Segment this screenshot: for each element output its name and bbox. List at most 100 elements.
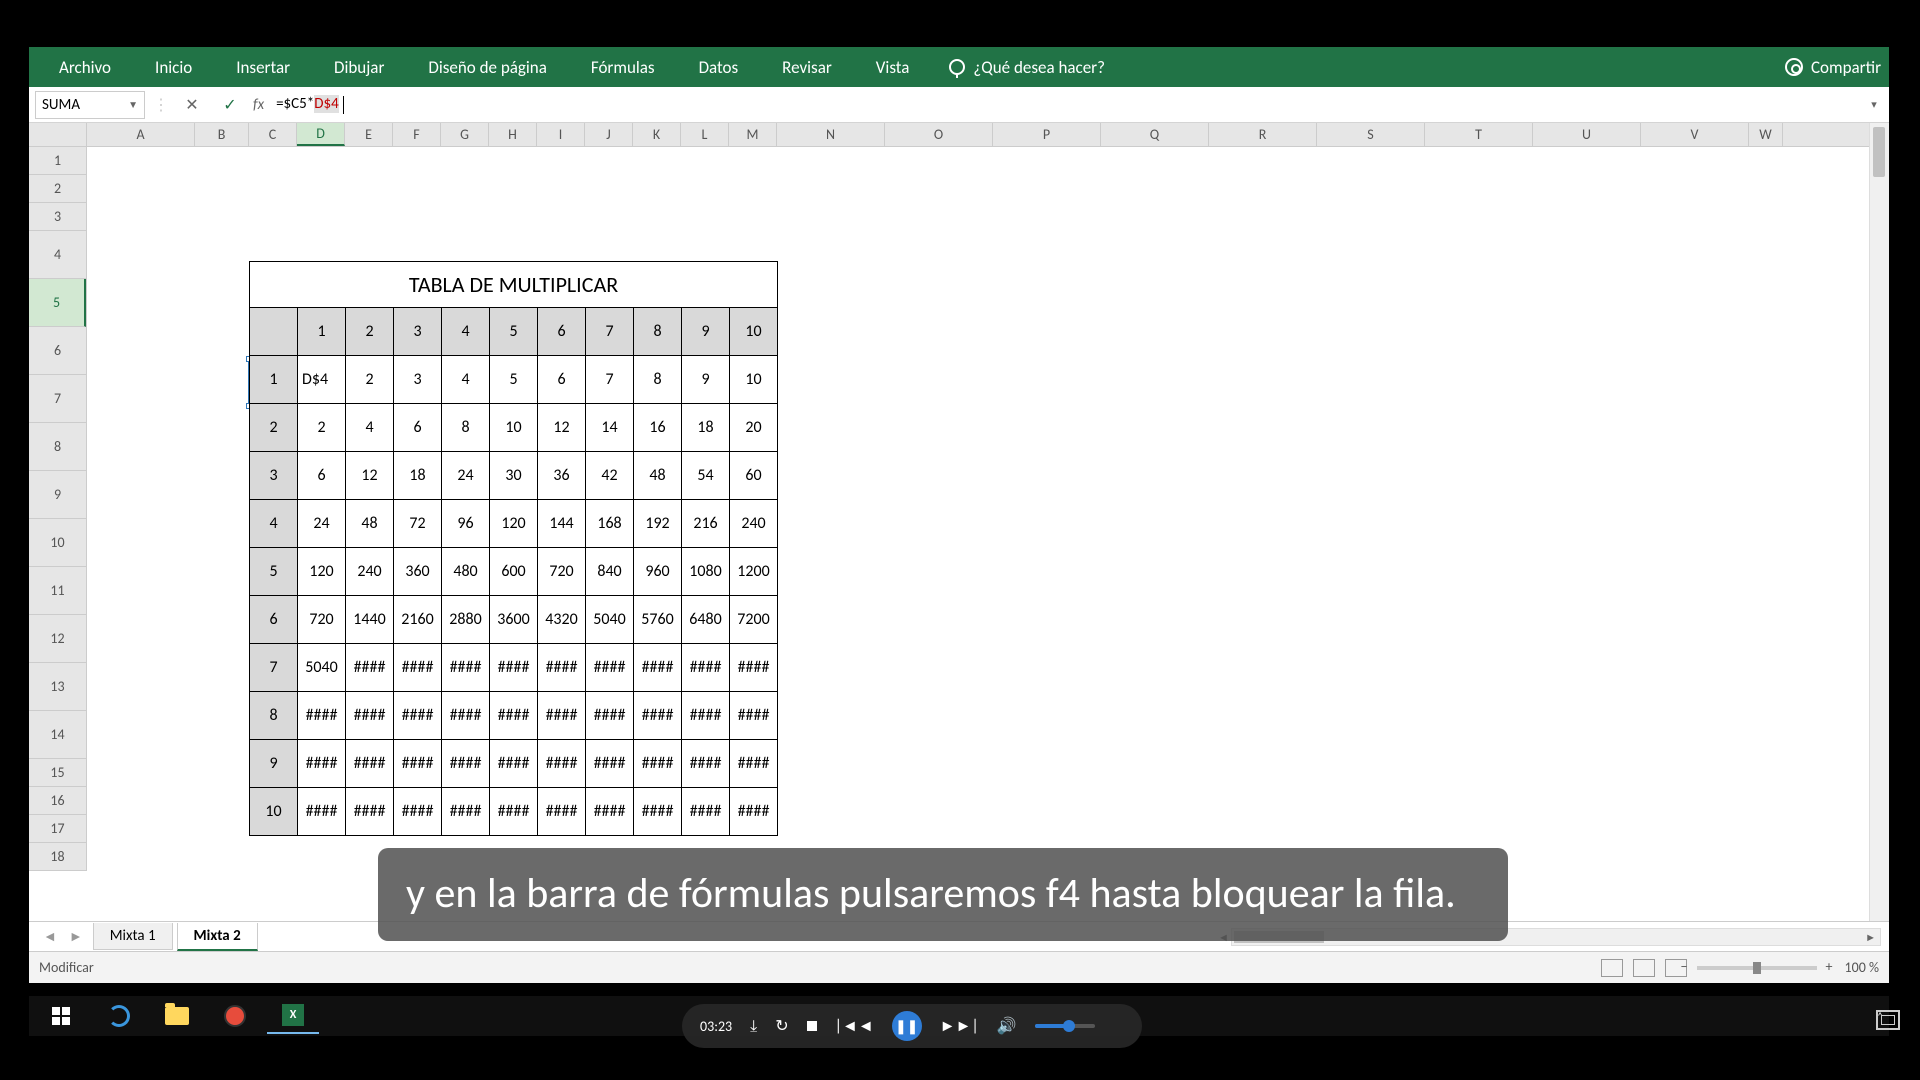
row-header[interactable]: 3 [29,203,86,231]
table-cell[interactable]: #### [442,644,490,692]
table-cell[interactable]: #### [346,692,394,740]
table-cell[interactable]: 120 [490,500,538,548]
table-cell[interactable]: 2 [298,404,346,452]
row-header[interactable]: 2 [29,175,86,203]
view-page-layout-button[interactable] [1633,959,1655,977]
table-cell[interactable]: #### [346,788,394,836]
tab-vista[interactable]: Vista [854,47,932,87]
table-cell[interactable]: 10 [490,404,538,452]
row-header[interactable]: 14 [29,711,86,759]
table-cell[interactable]: 7200 [730,596,778,644]
table-cell[interactable]: #### [730,692,778,740]
table-cell[interactable]: 120 [298,548,346,596]
table-cell[interactable]: 36 [538,452,586,500]
table-cell[interactable]: 2 [346,356,394,404]
table-cell[interactable]: 7 [586,356,634,404]
tab-inicio[interactable]: Inicio [133,47,214,87]
table-cell[interactable]: 360 [394,548,442,596]
table-cell[interactable]: #### [586,788,634,836]
table-cell[interactable]: 24 [442,452,490,500]
table-cell[interactable]: 42 [586,452,634,500]
table-cell[interactable]: 8 [634,356,682,404]
table-cell[interactable]: 20 [730,404,778,452]
table-cell[interactable]: 6 [298,452,346,500]
table-cell[interactable]: #### [682,644,730,692]
excel-button[interactable]: X [267,998,319,1034]
table-cell[interactable]: 6 [394,404,442,452]
table-cell[interactable]: #### [634,740,682,788]
column-header[interactable]: E [345,123,393,146]
table-cell[interactable]: 18 [394,452,442,500]
table-cell[interactable]: 54 [682,452,730,500]
column-header[interactable]: D [297,123,345,146]
player-pause-button[interactable]: ❚❚ [892,1011,922,1041]
row-header[interactable]: 8 [29,423,86,471]
player-next-button[interactable]: ►►| [940,1017,979,1036]
table-cell[interactable]: #### [442,788,490,836]
tab-datos[interactable]: Datos [677,47,761,87]
table-cell[interactable]: 960 [634,548,682,596]
table-cell[interactable]: 600 [490,548,538,596]
table-cell[interactable]: 144 [538,500,586,548]
tell-me-search[interactable]: ¿Qué desea hacer? [949,57,1105,78]
row-header[interactable]: 7 [29,375,86,423]
table-cell[interactable]: #### [442,740,490,788]
table-cell[interactable]: #### [634,644,682,692]
column-header[interactable]: H [489,123,537,146]
player-speed-button[interactable]: ⤓ [750,1017,757,1036]
cancel-formula-button[interactable]: ✕ [177,95,207,115]
tab-archivo[interactable]: Archivo [37,47,133,87]
tab-diseno[interactable]: Diseño de página [406,47,569,87]
table-cell[interactable]: 60 [730,452,778,500]
table-cell[interactable]: 5760 [634,596,682,644]
table-cell[interactable]: #### [730,788,778,836]
table-cell[interactable]: 1080 [682,548,730,596]
table-cell[interactable]: 4 [442,356,490,404]
table-cell[interactable]: #### [634,692,682,740]
row-header[interactable]: 6 [29,327,86,375]
table-cell[interactable]: #### [538,692,586,740]
sheet-nav-prev[interactable]: ◄ [37,928,63,945]
column-header[interactable]: J [585,123,633,146]
table-cell[interactable]: 4 [346,404,394,452]
sheet-tab-mixta2[interactable]: Mixta 2 [177,923,258,951]
view-normal-button[interactable] [1601,959,1623,977]
table-cell[interactable]: 720 [298,596,346,644]
table-cell[interactable]: #### [394,740,442,788]
column-header[interactable]: R [1209,123,1317,146]
table-cell[interactable]: 9 [682,356,730,404]
column-header[interactable]: F [393,123,441,146]
table-cell[interactable]: 72 [394,500,442,548]
sheet-nav-next[interactable]: ► [63,928,89,945]
chevron-down-icon[interactable]: ▼ [128,98,138,111]
column-header[interactable]: U [1533,123,1641,146]
column-header[interactable]: Q [1101,123,1209,146]
table-cell[interactable]: 12 [346,452,394,500]
zoom-slider[interactable] [1697,966,1817,970]
tab-revisar[interactable]: Revisar [760,47,854,87]
table-cell[interactable]: 16 [634,404,682,452]
table-cell[interactable]: 4320 [538,596,586,644]
tab-formulas[interactable]: Fórmulas [569,47,677,87]
scrollbar-thumb[interactable] [1873,127,1885,177]
table-cell[interactable]: 5040 [298,644,346,692]
table-cell[interactable]: #### [346,644,394,692]
table-cell[interactable]: 24 [298,500,346,548]
table-cell[interactable]: 48 [346,500,394,548]
table-cell[interactable]: #### [682,788,730,836]
vertical-scrollbar[interactable]: ▼ [1869,123,1889,943]
table-cell[interactable]: #### [538,740,586,788]
table-cell[interactable]: #### [538,788,586,836]
column-header[interactable]: K [633,123,681,146]
player-volume-icon[interactable]: 🔊 [997,1016,1017,1036]
table-cell[interactable]: #### [394,788,442,836]
edge-button[interactable] [93,998,145,1034]
table-cell[interactable]: #### [586,692,634,740]
table-cell[interactable]: 240 [346,548,394,596]
column-header[interactable]: L [681,123,729,146]
row-header[interactable]: 15 [29,759,86,787]
table-cell[interactable]: #### [394,692,442,740]
column-header[interactable]: C [249,123,297,146]
table-cell[interactable]: #### [682,692,730,740]
zoom-slider-thumb[interactable] [1753,962,1761,974]
